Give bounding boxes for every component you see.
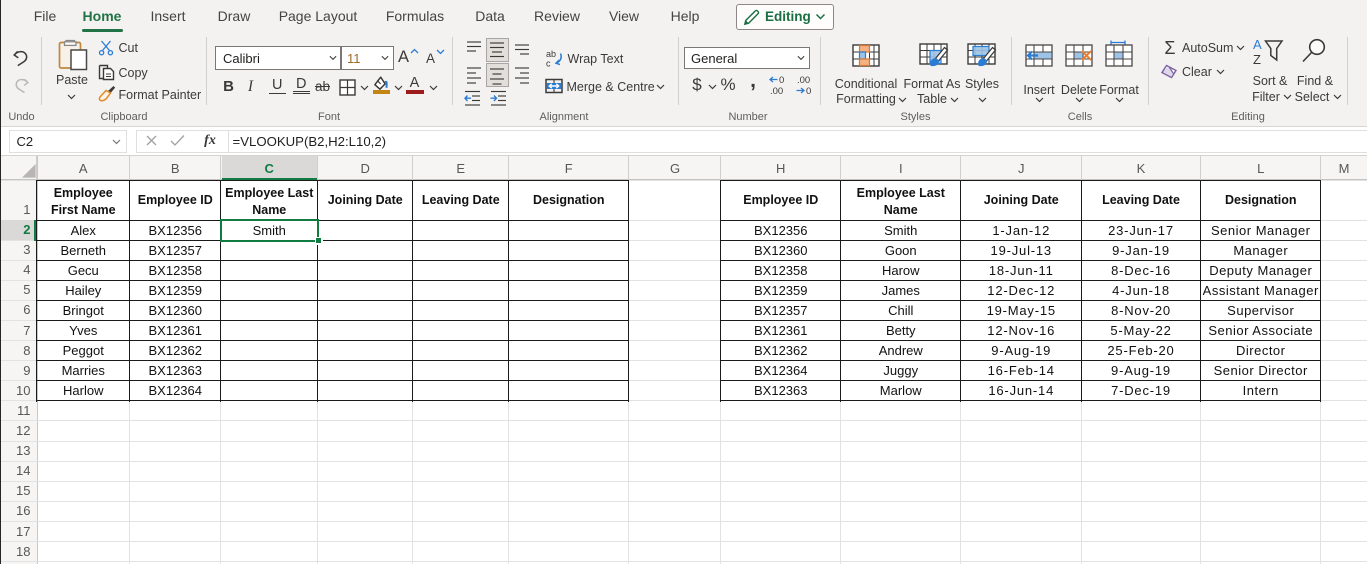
svg-text:c: c [546, 59, 551, 69]
svg-text:0: 0 [806, 86, 811, 97]
svg-text:.00: .00 [797, 75, 810, 86]
svg-text:.00: .00 [770, 86, 783, 97]
svg-text:A: A [1253, 37, 1262, 52]
svg-text:0: 0 [779, 75, 784, 86]
svg-text:Z: Z [1253, 52, 1261, 67]
svg-text:ab: ab [546, 49, 556, 59]
